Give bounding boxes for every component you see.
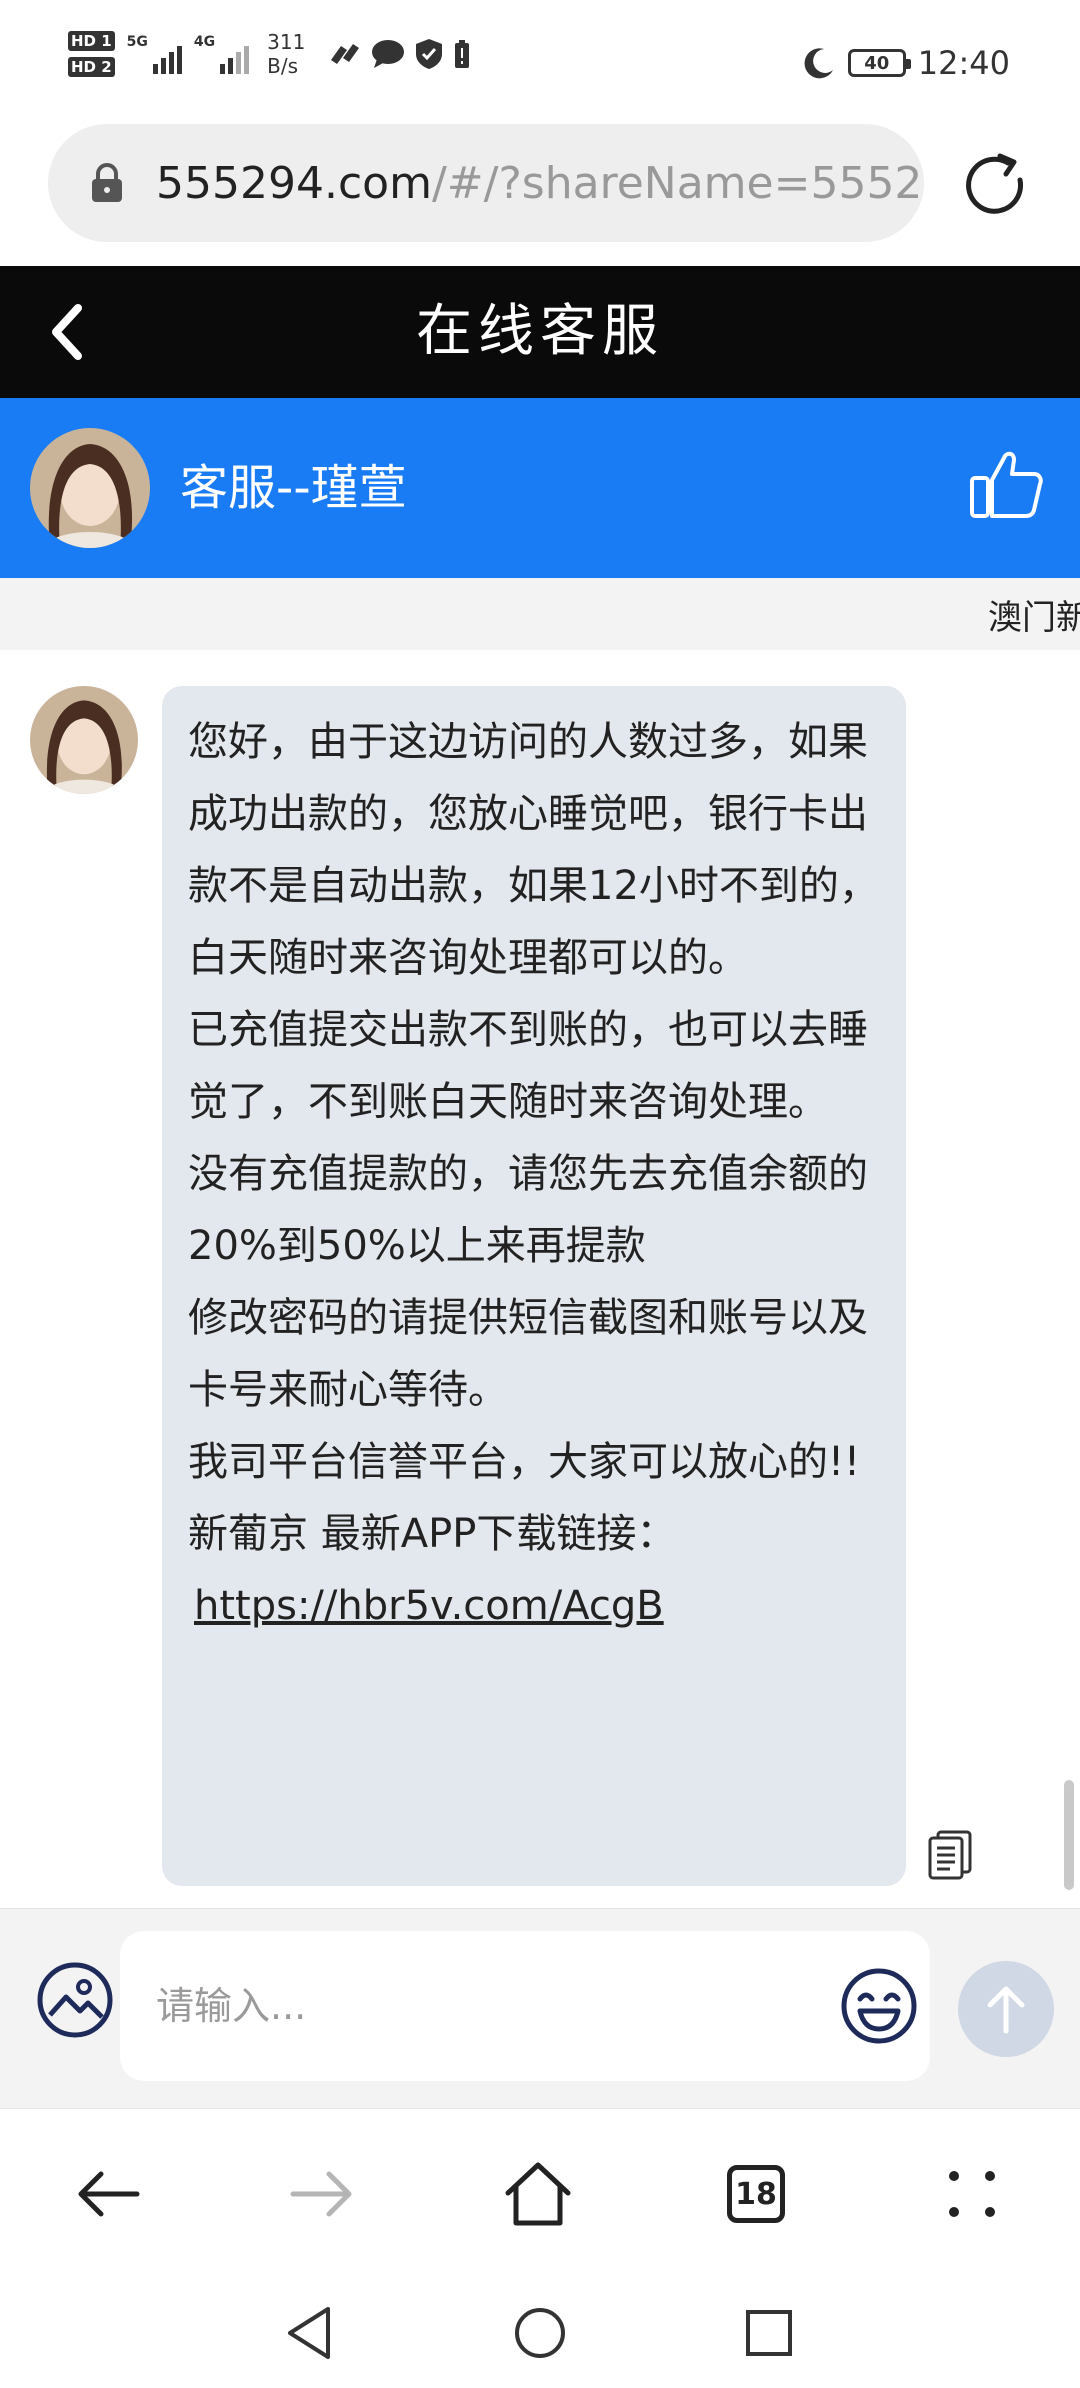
system-recents-button[interactable] <box>738 2302 800 2364</box>
sim-indicators: HD 1 HD 2 <box>68 31 115 77</box>
signal-4g-icon: 4G <box>193 34 250 74</box>
message-avatar <box>30 686 138 794</box>
copy-icon[interactable] <box>928 1830 972 1880</box>
title-bar: 在线客服 <box>0 266 1080 398</box>
circle-home-icon <box>515 2308 565 2358</box>
home-icon <box>505 2162 571 2226</box>
browser-home-button[interactable] <box>498 2154 578 2234</box>
browser-tabs-button[interactable]: 18 <box>716 2154 796 2234</box>
address-bar[interactable]: 555294.com/#/?shareName=5552 <box>48 124 924 242</box>
clock: 12:40 <box>917 44 1010 82</box>
system-back-button[interactable] <box>278 2302 340 2364</box>
network-speed: 311 B/s <box>267 30 305 78</box>
battery-alert-icon <box>455 40 470 68</box>
back-button[interactable] <box>30 296 102 368</box>
message-input[interactable] <box>156 1931 816 2081</box>
chat-area[interactable]: 您好，由于这边访问的人数过多，如果成功出款的，您放心睡觉吧，银行卡出款不是自动出… <box>0 650 1080 1908</box>
agent-name: 客服--瑾萱 <box>180 460 407 516</box>
chat-bubble-icon <box>372 40 405 68</box>
battery-icon: 40 <box>847 49 911 77</box>
system-nav <box>0 2278 1080 2388</box>
reload-icon[interactable] <box>960 150 1032 222</box>
tabs-count: 18 <box>727 2165 785 2223</box>
send-button[interactable] <box>958 1961 1054 2057</box>
net1-label: 5G <box>126 34 148 50</box>
message-paragraph: 您好，由于这边访问的人数过多，如果成功出款的，您放心睡觉吧，银行卡出款不是自动出… <box>188 719 879 981</box>
message-paragraph: 我司平台信誉平台，大家可以放心的!! <box>188 1439 861 1485</box>
vpn-link-icon <box>331 44 360 64</box>
thumbs-up-icon[interactable] <box>968 446 1044 522</box>
message-bubble: 您好，由于这边访问的人数过多，如果成功出款的，您放心睡觉吧，银行卡出款不是自动出… <box>162 686 906 1886</box>
url-text[interactable]: 555294.com/#/?shareName=5552 <box>156 158 922 209</box>
more-dots-icon <box>949 2171 995 2217</box>
browser-back-button[interactable] <box>68 2154 148 2234</box>
agent-avatar <box>30 428 150 548</box>
marquee-text: 澳门新 <box>988 598 1080 638</box>
message-input-box <box>120 1931 930 2081</box>
moon-icon <box>804 48 833 79</box>
battery-level: 40 <box>864 52 890 74</box>
message-paragraph: 新葡京 最新APP下载链接： <box>188 1511 677 1557</box>
download-link[interactable]: https://hbr5v.com/AcgB <box>188 1583 664 1629</box>
message-paragraph: 修改密码的请提供短信截图和账号以及卡号来耐心等待。 <box>188 1295 868 1413</box>
chat-scrollbar[interactable] <box>1064 1780 1074 1890</box>
system-home-button[interactable] <box>509 2302 571 2364</box>
arrow-right-icon <box>290 2171 352 2217</box>
sim1-label: HD 1 <box>68 31 115 51</box>
emoji-icon[interactable] <box>840 1967 918 2045</box>
page-title: 在线客服 <box>416 299 664 364</box>
message-paragraph: 没有充值提款的，请您先去充值余额的20%到50%以上来再提款 <box>188 1151 868 1269</box>
status-right: 40 12:40 <box>802 44 1010 82</box>
sim2-label: HD 2 <box>68 57 115 77</box>
net2-label: 4G <box>193 34 216 50</box>
message-paragraph: 已充值提交出款不到账的，也可以去睡觉了，不到账白天随时来咨询处理。 <box>188 1007 868 1125</box>
input-bar <box>0 1908 1080 2108</box>
network-speed-unit: B/s <box>267 54 299 78</box>
browser-forward-button[interactable] <box>282 2154 362 2234</box>
signal-5g-icon: 5G <box>127 34 182 74</box>
square-recents-icon <box>746 2310 792 2356</box>
arrow-left-icon <box>78 2171 140 2217</box>
network-speed-value: 311 <box>267 30 306 54</box>
status-bar: HD 1 HD 2 5G 4G 311 B/s 40 12:40 <box>0 0 1080 120</box>
status-left: HD 1 HD 2 5G 4G 311 B/s <box>68 30 471 78</box>
browser-menu-button[interactable] <box>932 2154 1012 2234</box>
chevron-left-icon <box>52 304 82 360</box>
announcement-marquee: 澳门新 <box>0 578 1080 650</box>
image-upload-icon[interactable] <box>36 1961 114 2039</box>
shield-check-icon <box>416 39 443 69</box>
lock-icon <box>92 163 122 202</box>
notification-icons <box>327 38 471 70</box>
agent-bar: 客服--瑾萱 <box>0 398 1080 578</box>
browser-nav: 18 <box>0 2108 1080 2278</box>
url-domain: 555294.com <box>156 157 432 209</box>
arrow-up-icon <box>987 1986 1025 2034</box>
url-path: /#/?shareName=5552 <box>431 157 923 209</box>
triangle-back-icon <box>288 2307 330 2359</box>
